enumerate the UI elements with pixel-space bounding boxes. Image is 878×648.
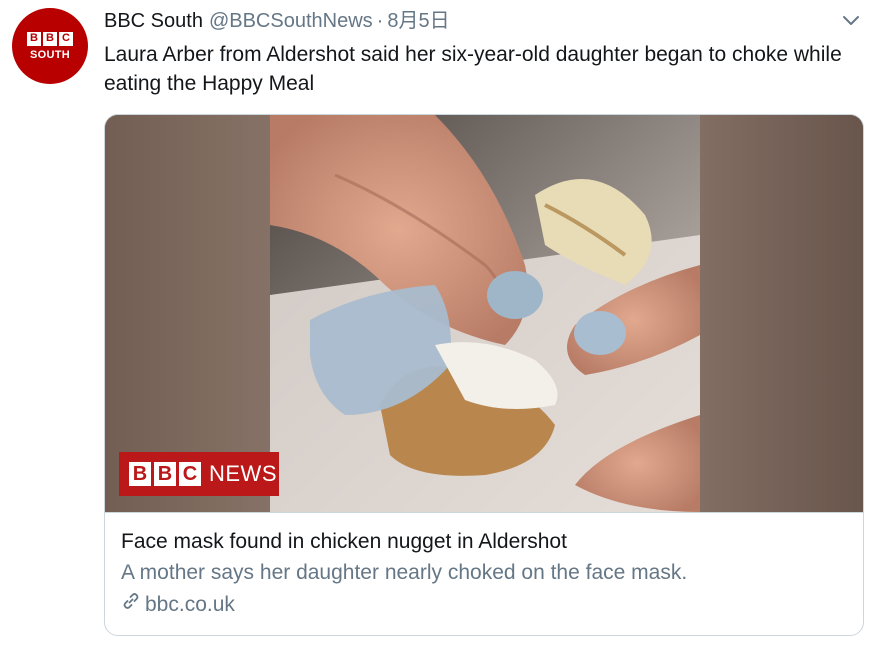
display-name[interactable]: BBC South — [104, 10, 203, 32]
tweet-text: Laura Arber from Aldershot said her six-… — [104, 43, 842, 95]
logo-letter: C — [179, 462, 201, 486]
card-description: A mother says her daughter nearly choked… — [121, 561, 688, 584]
card-title: Face mask found in chicken nugget in Ald… — [121, 530, 567, 553]
card-link[interactable]: bbc.co.uk — [121, 589, 849, 621]
tweet-date[interactable]: 8月5日 — [387, 10, 449, 32]
logo-word: NEWS — [209, 461, 277, 486]
avatar-letter: C — [59, 31, 73, 46]
card-body[interactable]: Face mask found in chicken nugget in Ald… — [105, 512, 863, 635]
separator-dot: · — [376, 10, 384, 32]
chevron-down-icon[interactable] — [840, 10, 862, 32]
link-card[interactable]: B B C NEWS Face mask found in chicken nu… — [104, 114, 864, 636]
avatar-letter: B — [27, 31, 41, 46]
link-icon — [121, 589, 141, 621]
tweet-header: BBC South @BBCSouthNews · 8月5日 — [104, 8, 838, 34]
logo-letter: B — [129, 462, 151, 486]
avatar-subtitle: SOUTH — [30, 48, 70, 61]
bbc-blocks-logo: B B C — [27, 31, 73, 46]
avatar-letter: B — [43, 31, 57, 46]
avatar[interactable]: B B C SOUTH — [12, 8, 88, 84]
user-handle[interactable]: @BBCSouthNews — [209, 10, 373, 32]
bbc-news-logo: B B C NEWS — [119, 452, 279, 496]
card-domain: bbc.co.uk — [145, 593, 235, 616]
card-image[interactable]: B B C NEWS — [105, 115, 863, 512]
logo-letter: B — [154, 462, 176, 486]
